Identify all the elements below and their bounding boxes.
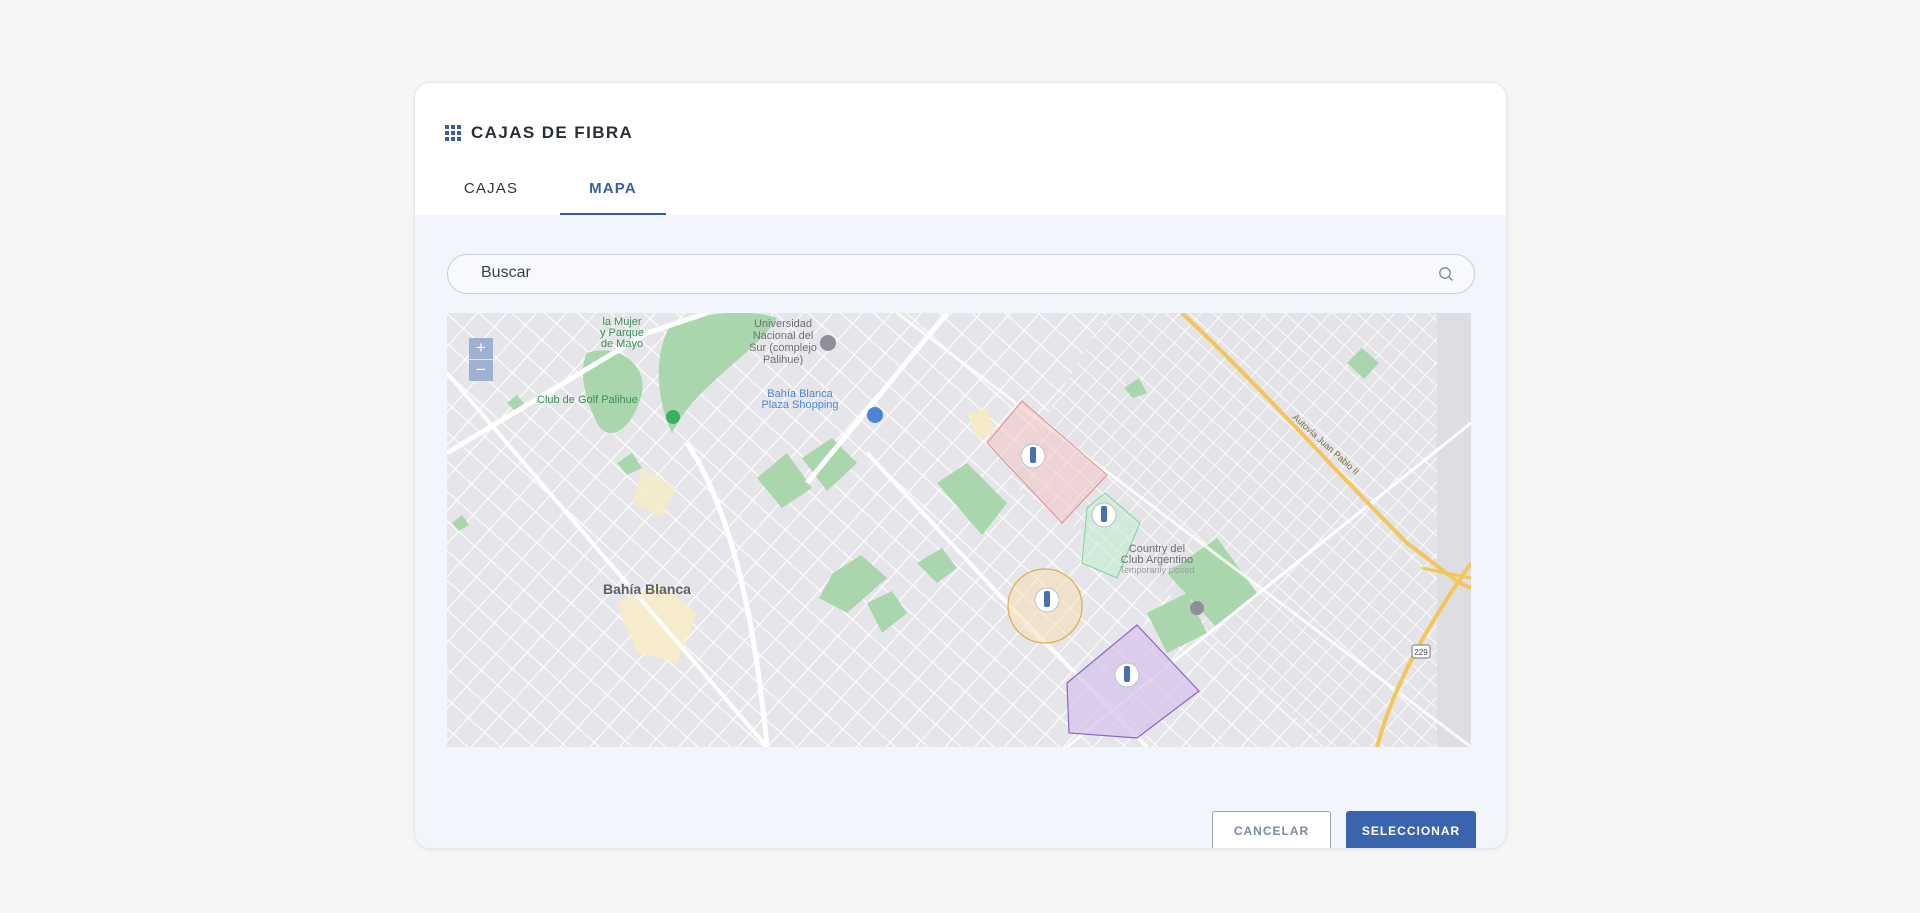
- university-label-3: Sur (complejo: [749, 342, 817, 354]
- tab-mapa-cajas[interactable]: MAPA CAJAS: [560, 167, 666, 241]
- university-pin-icon: [820, 335, 836, 351]
- cancel-button[interactable]: CANCELAR: [1212, 811, 1331, 848]
- park-label-3: de Mayo: [601, 338, 643, 350]
- university-label-2: Nacional del: [753, 330, 814, 342]
- search-placeholder: Buscar: [481, 264, 531, 281]
- modal-title: CAJAS DE FIBRA: [471, 123, 634, 142]
- plaza-label-2: Plaza Shopping: [761, 399, 838, 411]
- tab-cajas[interactable]: CAJAS: [463, 167, 519, 213]
- modal-header: CAJAS DE FIBRA CAJAS MAPA CAJAS: [415, 83, 1506, 241]
- map-view[interactable]: la Mujer y Parque de Mayo Universidad Na…: [447, 313, 1471, 747]
- fiber-box-marker[interactable]: [1114, 662, 1140, 688]
- zoom-out-button[interactable]: −: [469, 360, 493, 381]
- country-club-pin-icon: [1190, 601, 1204, 615]
- fiber-boxes-modal: CAJAS DE FIBRA CAJAS MAPA CAJAS Buscar: [414, 82, 1507, 849]
- search-icon[interactable]: [1438, 266, 1454, 282]
- fiber-box-marker[interactable]: [1034, 587, 1060, 613]
- modal-body: Buscar la Mujer y Parque de Mayo Univers…: [415, 215, 1506, 848]
- fiber-box-marker[interactable]: [1020, 443, 1046, 469]
- zoom-in-button[interactable]: +: [469, 338, 493, 359]
- university-label-1: Universidad: [754, 318, 812, 330]
- university-label-4: Palihue): [763, 354, 803, 366]
- search-input[interactable]: Buscar: [447, 254, 1475, 294]
- route-label: 229: [1414, 648, 1428, 657]
- tab-bar: CAJAS MAPA CAJAS: [445, 167, 1160, 241]
- select-button[interactable]: SELECCIONAR: [1346, 811, 1476, 848]
- shopping-pin-icon: [867, 407, 883, 423]
- fiber-box-marker[interactable]: [1091, 502, 1117, 528]
- country-label-3: Temporarily closed: [1119, 565, 1194, 575]
- golf-pin-icon: [666, 410, 680, 424]
- map-canvas[interactable]: la Mujer y Parque de Mayo Universidad Na…: [447, 313, 1471, 747]
- route-shield-icon: 229: [1411, 644, 1431, 659]
- title-wrap: CAJAS DE FIBRA: [445, 123, 633, 143]
- golf-label: Club de Golf Palihue: [537, 394, 638, 406]
- zoom-controls: + −: [469, 338, 493, 382]
- grid-icon: [445, 125, 461, 141]
- city-label: Bahía Blanca: [603, 581, 691, 597]
